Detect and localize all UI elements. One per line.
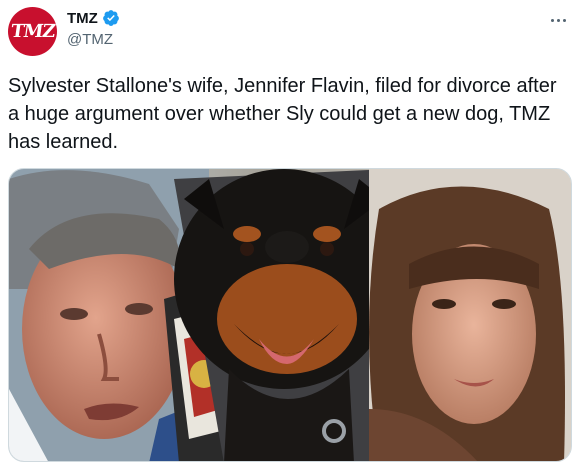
verified-badge-icon xyxy=(102,10,119,26)
author-name[interactable]: TMZ xyxy=(67,10,98,27)
photo-collage xyxy=(9,169,571,461)
author-handle[interactable]: @TMZ xyxy=(67,31,113,48)
avatar[interactable]: TMZ xyxy=(8,7,57,56)
tweet-media-image[interactable] xyxy=(8,168,572,462)
woman-photo xyxy=(369,169,571,461)
tweet-text: Sylvester Stallone's wife, Jennifer Flav… xyxy=(8,75,557,153)
author-name-row[interactable]: TMZ xyxy=(67,9,120,27)
avatar-logo-text: TMZ xyxy=(9,21,56,42)
more-dots-icon[interactable] xyxy=(551,13,571,27)
